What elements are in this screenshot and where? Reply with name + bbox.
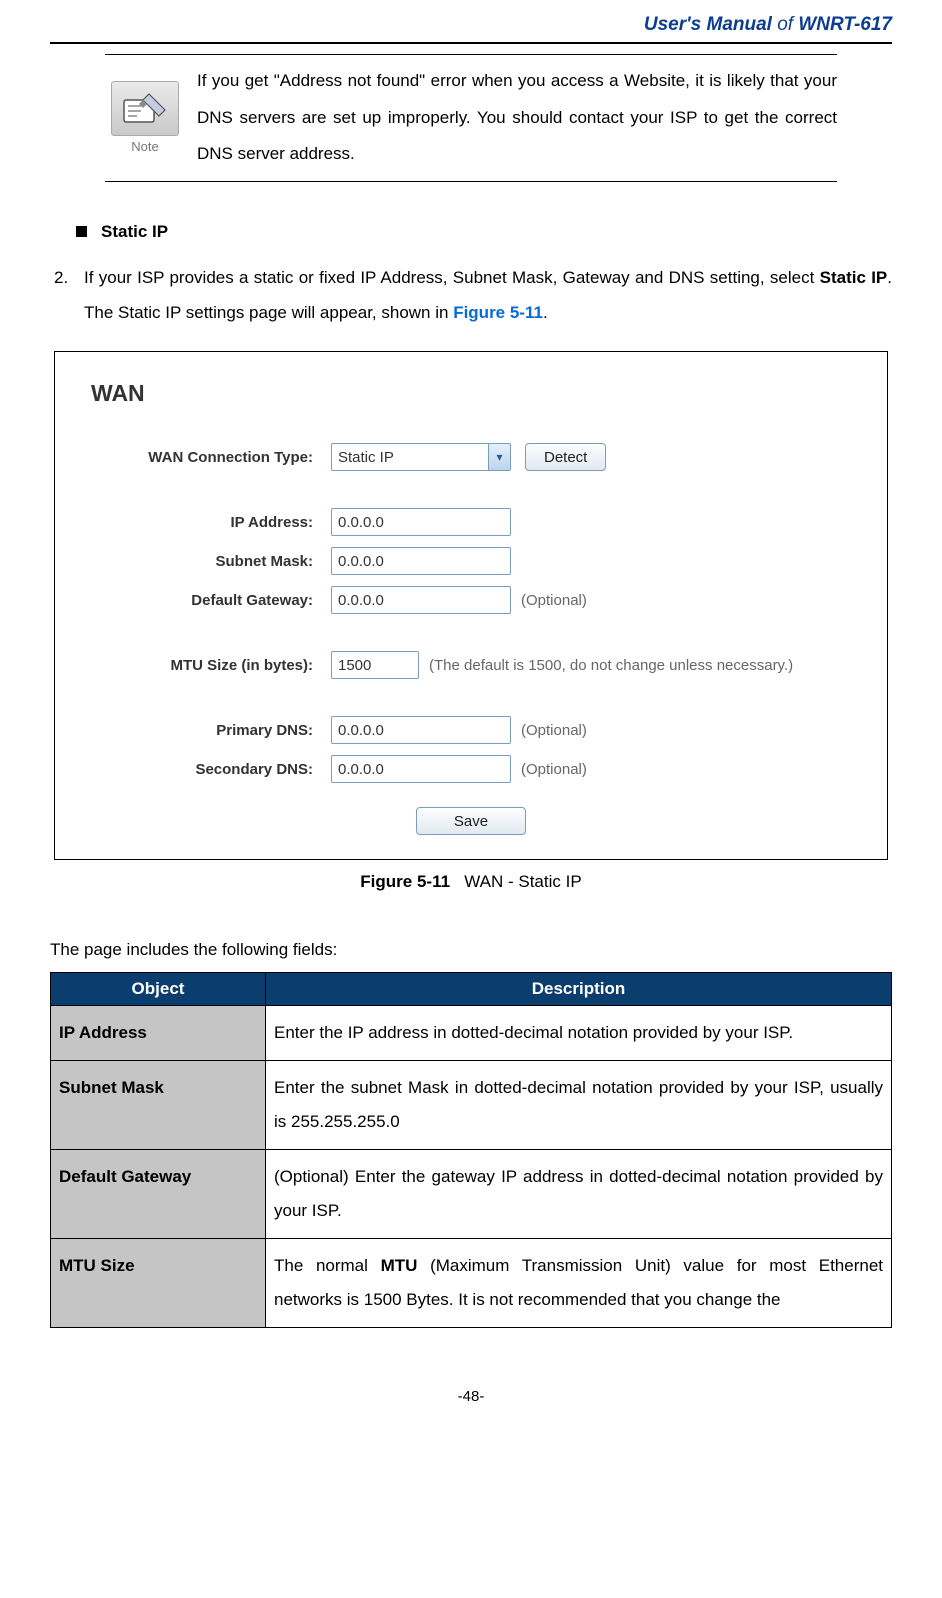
row-ip: IP Address: [91, 508, 851, 536]
fields-intro: The page includes the following fields: [50, 940, 892, 960]
wan-connection-type-select[interactable] [331, 443, 511, 471]
desc-mtu-pre: The normal [274, 1256, 381, 1275]
row-gateway: Default Gateway: (Optional) [91, 586, 851, 614]
step-text-end: . [543, 303, 548, 322]
table-row: Default Gateway (Optional) Enter the gat… [51, 1150, 892, 1239]
row-pdns: Primary DNS: (Optional) [91, 716, 851, 744]
desc-ip-address: Enter the IP address in dotted-decimal n… [266, 1006, 892, 1061]
detect-button[interactable]: Detect [525, 443, 606, 471]
figure-link[interactable]: Figure 5-11 [453, 303, 543, 322]
header-rule [50, 42, 892, 44]
note-pencil-icon [111, 81, 179, 136]
obj-subnet-mask: Subnet Mask [51, 1061, 266, 1150]
step-text-front: If your ISP provides a static or fixed I… [84, 268, 820, 287]
save-row: Save [91, 807, 851, 835]
row-sdns: Secondary DNS: (Optional) [91, 755, 851, 783]
header-of: of [777, 14, 793, 35]
bullet-square-icon [76, 226, 87, 237]
secondary-dns-input[interactable] [331, 755, 511, 783]
label-ip: IP Address: [91, 514, 331, 531]
label-subnet: Subnet Mask: [91, 553, 331, 570]
obj-default-gateway: Default Gateway [51, 1150, 266, 1239]
desc-default-gateway: (Optional) Enter the gateway IP address … [266, 1150, 892, 1239]
default-gateway-input[interactable] [331, 586, 511, 614]
th-description: Description [266, 973, 892, 1006]
note-label: Note [131, 139, 158, 154]
wan-screenshot-frame: WAN WAN Connection Type: ▾ Detect IP Add… [54, 351, 888, 860]
label-secondary-dns: Secondary DNS: [91, 761, 331, 778]
header-model: WNRT-617 [798, 14, 892, 35]
running-header: User's Manual of WNRT-617 [50, 0, 892, 42]
label-primary-dns: Primary DNS: [91, 722, 331, 739]
table-row: IP Address Enter the IP address in dotte… [51, 1006, 892, 1061]
note-icon-wrap: Note [105, 63, 185, 173]
step-body: If your ISP provides a static or fixed I… [84, 260, 892, 331]
pdns-optional-hint: (Optional) [521, 722, 587, 739]
wan-section-title: WAN [91, 380, 851, 407]
ip-address-input[interactable] [331, 508, 511, 536]
page-number: -48- [50, 1388, 892, 1405]
subnet-mask-input[interactable] [331, 547, 511, 575]
primary-dns-input[interactable] [331, 716, 511, 744]
desc-subnet-mask: Enter the subnet Mask in dotted-decimal … [266, 1061, 892, 1150]
fields-table: Object Description IP Address Enter the … [50, 972, 892, 1328]
step-bold: Static IP [820, 268, 888, 287]
save-button[interactable]: Save [416, 807, 526, 835]
label-mtu: MTU Size (in bytes): [91, 657, 331, 674]
figure-caption-text: WAN - Static IP [464, 872, 581, 891]
row-conn-type: WAN Connection Type: ▾ Detect [91, 443, 851, 471]
obj-mtu-size: MTU Size [51, 1239, 266, 1328]
row-subnet: Subnet Mask: [91, 547, 851, 575]
note-block: Note If you get "Address not found" erro… [105, 54, 837, 182]
section-bullet-heading: Static IP [76, 222, 892, 242]
mtu-hint: (The default is 1500, do not change unle… [429, 657, 793, 674]
label-conn-type: WAN Connection Type: [91, 449, 331, 466]
conn-type-select-wrap: ▾ [331, 443, 511, 471]
label-gateway: Default Gateway: [91, 592, 331, 609]
table-row: MTU Size The normal MTU (Maximum Transmi… [51, 1239, 892, 1328]
header-prefix: User's Manual [644, 14, 772, 35]
bullet-heading-text: Static IP [101, 222, 168, 242]
chevron-down-icon[interactable]: ▾ [488, 444, 510, 470]
figure-caption-num: Figure 5-11 [360, 872, 450, 891]
sdns-optional-hint: (Optional) [521, 761, 587, 778]
desc-mtu-size: The normal MTU (Maximum Transmission Uni… [266, 1239, 892, 1328]
row-mtu: MTU Size (in bytes): (The default is 150… [91, 651, 851, 679]
figure-caption: Figure 5-11 WAN - Static IP [50, 872, 892, 892]
table-row: Subnet Mask Enter the subnet Mask in dot… [51, 1061, 892, 1150]
th-object: Object [51, 973, 266, 1006]
desc-mtu-bold: MTU [381, 1256, 418, 1275]
obj-ip-address: IP Address [51, 1006, 266, 1061]
step-2: 2. If your ISP provides a static or fixe… [54, 260, 892, 331]
mtu-size-input[interactable] [331, 651, 419, 679]
step-number: 2. [54, 260, 84, 331]
gateway-optional-hint: (Optional) [521, 592, 587, 609]
note-text: If you get "Address not found" error whe… [197, 63, 837, 173]
